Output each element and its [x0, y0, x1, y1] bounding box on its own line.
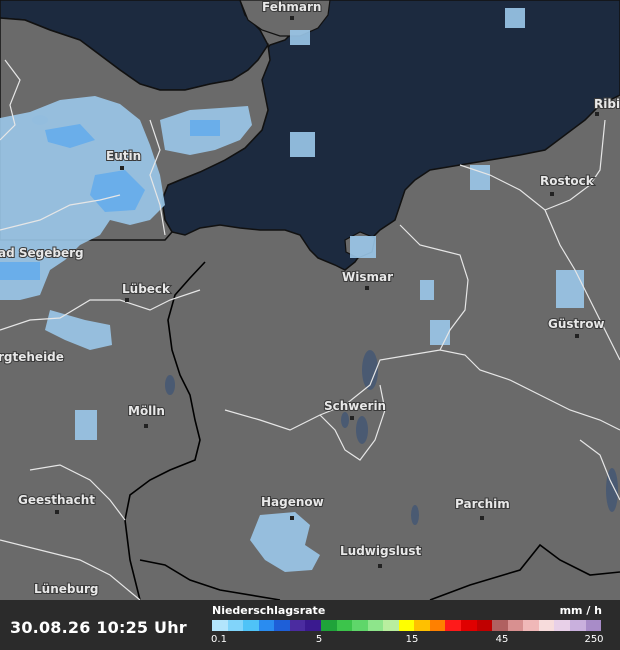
legend-tick-0: 0.1 [211, 634, 227, 645]
legend-tick-4: 250 [584, 634, 604, 645]
legend-swatch [383, 620, 399, 631]
city-label-segeberg: ad Segeberg [0, 246, 84, 260]
city-label-rostock: Rostock [540, 174, 595, 188]
city-label-moelln: Mölln [128, 404, 165, 418]
legend-swatch [414, 620, 430, 631]
city-label-hagenow: Hagenow [261, 495, 324, 509]
legend-swatch [352, 620, 368, 631]
legend-swatch [585, 620, 602, 631]
legend-swatch [212, 620, 228, 631]
precipitation-color-scale [212, 620, 602, 631]
city-label-luebeck: Lübeck [122, 282, 171, 296]
legend-swatch [429, 620, 446, 631]
radar-timestamp: 30.08.26 10:25 Uhr [10, 618, 187, 637]
legend-unit: mm / h [559, 604, 602, 617]
city-label-parchim: Parchim [455, 497, 510, 511]
legend-swatch [320, 620, 337, 631]
legend-swatch [227, 620, 244, 631]
legend-swatch [398, 620, 415, 631]
city-label-schwerin: Schwerin [324, 399, 386, 413]
city-label-ludwigslust: Ludwigslust [340, 544, 422, 558]
legend-tick-1: 5 [315, 634, 323, 645]
legend-title: Niederschlagsrate [212, 604, 326, 617]
city-label-guestrow: Güstrow [548, 317, 605, 331]
legend-tick-2: 15 [405, 634, 419, 645]
legend-swatch [476, 620, 493, 631]
legend-swatch [523, 620, 539, 631]
legend-swatch [305, 620, 321, 631]
legend-swatch [492, 620, 508, 631]
city-label-eutin: Eutin [106, 149, 141, 163]
legend-swatch [538, 620, 555, 631]
legend-swatch [569, 620, 586, 631]
legend-swatch [274, 620, 290, 631]
legend-swatch [243, 620, 259, 631]
city-label-wismar: Wismar [342, 270, 393, 284]
city-label-ribnitz: Ribi [594, 97, 620, 111]
legend-swatch [445, 620, 461, 631]
legend-swatch [258, 620, 275, 631]
city-label-fehmarn: Fehmarn [262, 0, 321, 14]
legend-tick-3: 45 [495, 634, 509, 645]
city-label-bargteheide: rgteheide [0, 350, 64, 364]
legend-footer: 30.08.26 10:25 Uhr Niederschlagsrate mm … [0, 600, 620, 650]
legend-swatch [554, 620, 570, 631]
legend-swatch [507, 620, 524, 631]
legend-swatch [461, 620, 477, 631]
precipitation-radar-map[interactable]: Fehmarn Eutin ad Segeberg Lübeck rgtehei… [0, 0, 620, 600]
legend-swatch [289, 620, 306, 631]
city-label-lueneburg: Lüneburg [34, 582, 99, 596]
legend-swatch [336, 620, 353, 631]
legend-swatch [367, 620, 384, 631]
city-label-geesthacht: Geesthacht [18, 493, 95, 507]
